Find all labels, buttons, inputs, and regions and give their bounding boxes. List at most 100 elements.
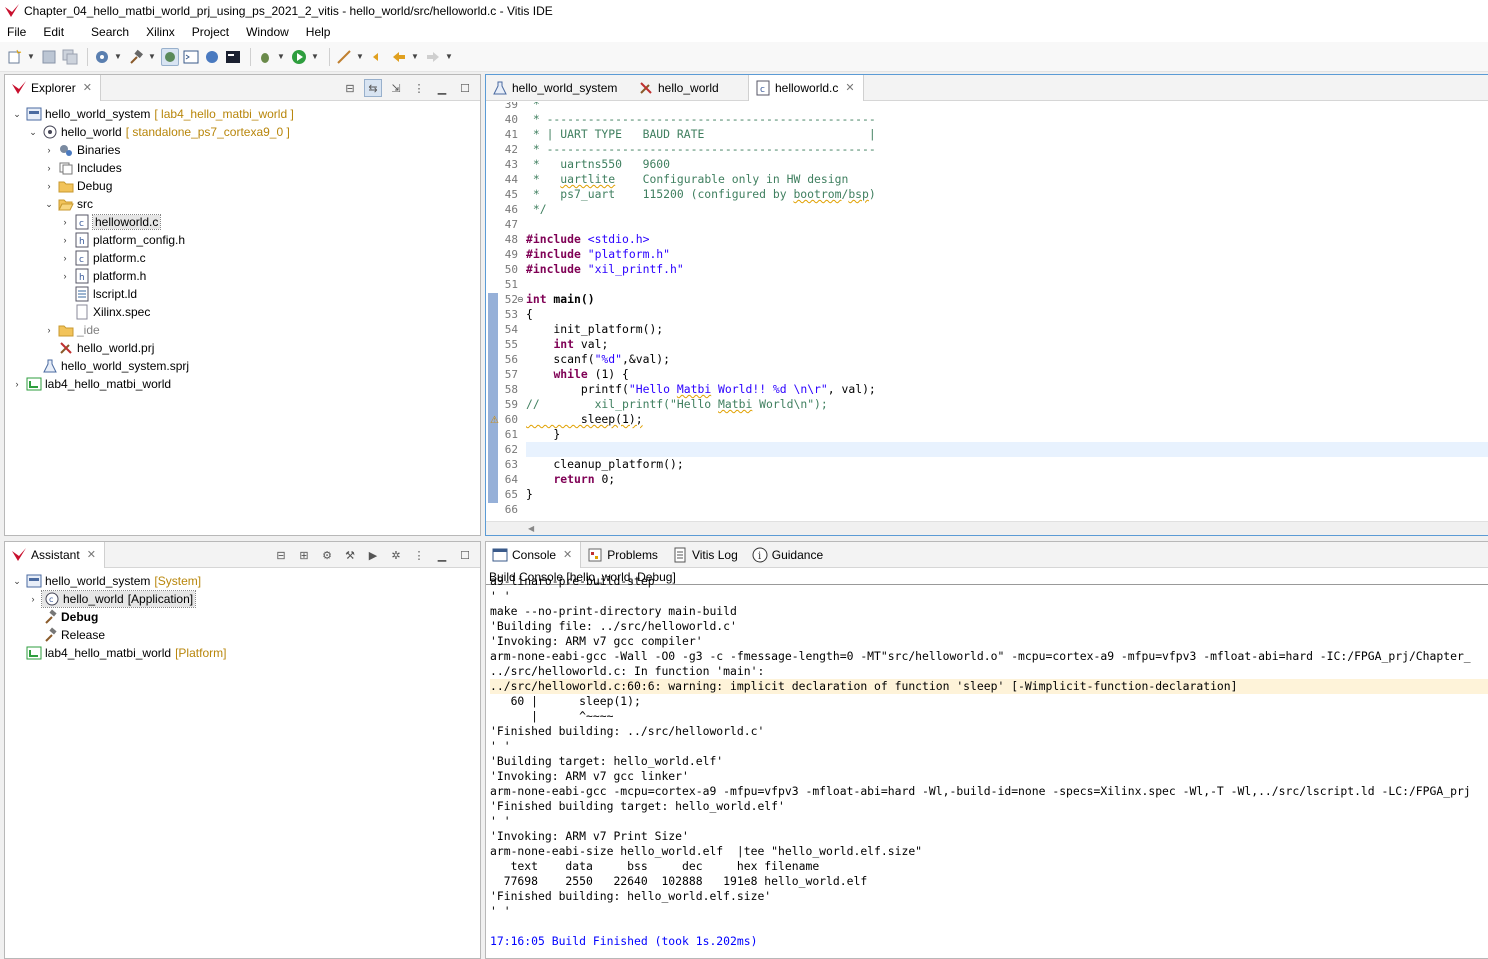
chevron-right-icon[interactable]: ›	[59, 234, 71, 246]
build-hammer-icon[interactable]	[127, 48, 145, 66]
tree-item[interactable]: › h platform.h	[5, 267, 480, 285]
menu-file[interactable]: File	[7, 25, 26, 39]
debug-dropdown-icon[interactable]: ▼	[277, 52, 285, 61]
code-area[interactable]: * * ------------------------------------…	[526, 102, 1488, 521]
target-dropdown-icon[interactable]: ▼	[114, 52, 122, 61]
chevron-right-icon[interactable]: ›	[11, 378, 23, 390]
tab-problems[interactable]: Problems	[581, 542, 666, 568]
scroll-left-icon[interactable]: ◀	[528, 524, 534, 533]
new-dropdown-icon[interactable]: ▼	[27, 52, 35, 61]
tree-item[interactable]: › Binaries	[5, 141, 480, 159]
tree-item[interactable]: › _ide	[5, 321, 480, 339]
close-icon[interactable]: ✕	[563, 548, 572, 561]
minimize-icon[interactable]: ▁	[433, 546, 451, 564]
forward-dropdown-icon[interactable]: ▼	[445, 52, 453, 61]
view-menu-icon[interactable]: ⋮	[410, 546, 428, 564]
link-with-editor-icon[interactable]: ⇆	[364, 79, 382, 97]
chevron-down-icon[interactable]: ⌄	[27, 126, 39, 138]
chevron-down-icon[interactable]: ⌄	[11, 575, 23, 587]
tree-item[interactable]: ⌄ hello_world [ standalone_ps7_cortexa9_…	[5, 123, 480, 141]
tab-hello-world-system[interactable]: hello_world_system	[486, 75, 632, 101]
build-hammer-icon[interactable]: ⚒	[341, 546, 359, 564]
tree-item[interactable]: Debug	[5, 608, 480, 626]
forward-icon[interactable]	[424, 48, 442, 66]
fold-collapse-icon[interactable]: ⊖	[517, 295, 524, 304]
collapse-all-icon[interactable]: ⊟	[272, 546, 290, 564]
tab-explorer[interactable]: Explorer ✕	[5, 74, 101, 101]
tab-hello-world[interactable]: hello_world	[632, 75, 748, 101]
chevron-right-icon[interactable]: ›	[43, 180, 55, 192]
expand-all-icon[interactable]: ⊞	[295, 546, 313, 564]
maximize-icon[interactable]: ☐	[456, 546, 474, 564]
tree-item[interactable]: lscript.ld	[5, 285, 480, 303]
run-icon[interactable]: ▶	[364, 546, 382, 564]
tab-helloworld-c[interactable]: c helloworld.c ✕	[748, 74, 864, 101]
chevron-right-icon[interactable]: ›	[43, 162, 55, 174]
tree-item[interactable]: ⌄ hello_world_system [ lab4_hello_matbi_…	[5, 105, 480, 123]
tree-item[interactable]: › Includes	[5, 159, 480, 177]
terminal-icon[interactable]	[182, 48, 200, 66]
tree-item[interactable]: › lab4_hello_matbi_world	[5, 375, 480, 393]
tab-guidance[interactable]: i Guidance	[746, 542, 831, 568]
build-console[interactable]: Build Console [hello_world, Debug] a9-li…	[486, 569, 1488, 958]
debug-icon[interactable]: ✲	[387, 546, 405, 564]
collapse-all-icon[interactable]: ⊟	[341, 79, 359, 97]
menu-search[interactable]: Search	[91, 25, 129, 39]
minimize-icon[interactable]: ▁	[433, 79, 451, 97]
tree-item[interactable]: › Debug	[5, 177, 480, 195]
code-editor[interactable]: 39 40 41 42 43 44 45 46 47 48 49 50 51 5…	[486, 102, 1488, 535]
tree-item[interactable]: › c platform.c	[5, 249, 480, 267]
settings-gear-icon[interactable]: ⚙	[318, 546, 336, 564]
horizontal-scrollbar[interactable]: ◀	[486, 521, 1488, 535]
save-icon[interactable]	[40, 48, 58, 66]
menu-window[interactable]: Window	[246, 25, 289, 39]
tree-item[interactable]: ⌄ src	[5, 195, 480, 213]
tab-vitis-log[interactable]: Vitis Log	[666, 542, 746, 568]
launch-icon[interactable]	[335, 48, 353, 66]
view-menu-icon[interactable]: ⋮	[410, 79, 428, 97]
close-icon[interactable]: ✕	[83, 81, 92, 94]
tab-console[interactable]: Console ✕	[486, 541, 582, 568]
tree-item[interactable]: Xilinx.spec	[5, 303, 480, 321]
build-dropdown-icon[interactable]: ▼	[148, 52, 156, 61]
import-icon[interactable]: ⇲	[387, 79, 405, 97]
tree-item[interactable]: › h platform_config.h	[5, 231, 480, 249]
tree-item[interactable]: Release	[5, 626, 480, 644]
close-icon[interactable]: ✕	[87, 548, 96, 561]
back-dropdown-icon[interactable]: ▼	[411, 52, 419, 61]
chevron-right-icon[interactable]: ›	[59, 216, 71, 228]
maximize-icon[interactable]: ☐	[456, 79, 474, 97]
menu-edit[interactable]: Edit	[43, 25, 64, 39]
tree-item[interactable]: › c hello_world [Application]	[5, 590, 480, 608]
launch-dropdown-icon[interactable]: ▼	[356, 52, 364, 61]
menu-xilinx[interactable]: Xilinx	[146, 25, 175, 39]
console-output[interactable]: a9-linaro-pre-build-step ' ' make --no-p…	[486, 574, 1488, 958]
debug-icon[interactable]	[256, 48, 274, 66]
tree-item[interactable]: hello_world.prj	[5, 339, 480, 357]
program-device-icon[interactable]	[203, 48, 221, 66]
chevron-right-icon[interactable]: ›	[43, 324, 55, 336]
back-icon[interactable]	[390, 48, 408, 66]
chevron-right-icon[interactable]: ›	[59, 270, 71, 282]
console-icon[interactable]	[224, 48, 242, 66]
last-edit-icon[interactable]	[369, 48, 387, 66]
menu-help[interactable]: Help	[306, 25, 331, 39]
tree-item[interactable]: › c helloworld.c	[5, 213, 480, 231]
chevron-right-icon[interactable]: ›	[43, 144, 55, 156]
run-icon[interactable]	[290, 48, 308, 66]
run-dropdown-icon[interactable]: ▼	[311, 52, 319, 61]
chevron-right-icon[interactable]: ›	[27, 593, 39, 605]
tab-assistant[interactable]: Assistant ✕	[5, 541, 105, 568]
tree-item[interactable]: hello_world_system.sprj	[5, 357, 480, 375]
new-icon[interactable]	[6, 48, 24, 66]
close-icon[interactable]: ✕	[845, 81, 854, 94]
chevron-down-icon[interactable]: ⌄	[43, 198, 55, 210]
xsct-console-icon[interactable]	[161, 47, 179, 66]
chevron-right-icon[interactable]: ›	[59, 252, 71, 264]
tree-item[interactable]: ⌄ hello_world_system [System]	[5, 572, 480, 590]
tree-item[interactable]: lab4_hello_matbi_world [Platform]	[5, 644, 480, 662]
menu-project[interactable]: Project	[192, 25, 229, 39]
save-all-icon[interactable]	[61, 48, 79, 66]
chevron-down-icon[interactable]: ⌄	[11, 108, 23, 120]
target-connections-icon[interactable]	[93, 48, 111, 66]
